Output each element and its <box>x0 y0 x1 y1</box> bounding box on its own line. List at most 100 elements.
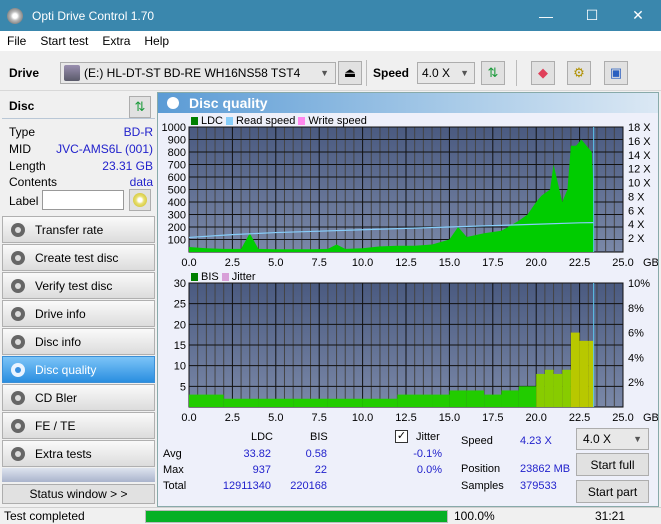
nav-create-test-disc[interactable]: Create test disc <box>2 244 155 271</box>
bis-bar <box>397 394 433 407</box>
nav-drive-info[interactable]: Drive info <box>2 300 155 327</box>
disc-icon <box>11 334 25 349</box>
drive-label: Drive <box>9 66 40 80</box>
speed-select[interactable]: 4.0 X ▼ <box>417 62 475 84</box>
menu-start-test[interactable]: Start test <box>33 34 95 48</box>
nav-label: Disc quality <box>35 362 97 377</box>
nav-disc-info[interactable]: Disc info <box>2 328 155 355</box>
menu-help[interactable]: Help <box>137 34 176 48</box>
status-window-button[interactable]: Status window > > <box>2 484 155 504</box>
menu-file[interactable]: File <box>0 34 33 48</box>
y-tick-label: 800 <box>168 147 186 159</box>
x-tick-label: 15.0 <box>439 257 460 269</box>
bis-bar <box>562 369 571 407</box>
y-tick-label: 500 <box>168 185 186 197</box>
eject-button[interactable]: ⏏ <box>338 61 362 85</box>
info-label: Length <box>9 159 46 173</box>
panel-title: Disc quality <box>189 95 268 111</box>
max-ldc: 937 <box>252 464 271 476</box>
menu-extra[interactable]: Extra <box>95 34 137 48</box>
app-icon <box>7 7 23 24</box>
x-tick-label: 17.5 <box>482 257 503 269</box>
test-speed-select[interactable]: 4.0 X ▼ <box>576 428 649 450</box>
avg-bis: 0.58 <box>305 448 327 460</box>
y-tick-label: 900 <box>168 135 186 147</box>
save-button[interactable]: ▣ <box>604 61 628 85</box>
bis-bar <box>501 390 519 407</box>
x-tick-label: 0.0 <box>181 412 196 424</box>
legend-swatch-bis <box>191 273 198 281</box>
menu-bar: File Start test Extra Help <box>0 31 661 51</box>
x-tick-label: 10.0 <box>352 257 373 269</box>
progress-fill <box>146 511 447 522</box>
x-tick-label: 15.0 <box>439 412 460 424</box>
nav-extra-tests[interactable]: Extra tests <box>2 440 155 467</box>
refresh-button[interactable]: ⇅ <box>481 61 505 85</box>
speed-label: Speed <box>373 66 410 80</box>
disc-refresh-button[interactable]: ⇅ <box>129 96 151 118</box>
close-button[interactable]: ✕ <box>615 0 661 31</box>
speed-stat-label: Speed <box>461 435 493 447</box>
x-axis-unit: GB <box>643 257 658 269</box>
label-input[interactable] <box>42 190 124 210</box>
legend-jitter: Jitter <box>231 271 256 283</box>
disc-quality-icon <box>167 97 179 109</box>
chevron-down-icon: ▼ <box>320 68 329 78</box>
nav-fe-te[interactable]: FE / TE <box>2 412 155 439</box>
disc-icon <box>133 193 147 207</box>
x-tick-label: 7.5 <box>312 257 327 269</box>
y2-tick-label: 6 X <box>628 205 645 217</box>
y2-tick-label: 6% <box>628 328 644 340</box>
avg-label: Avg <box>163 448 182 460</box>
progress-bar <box>145 510 448 523</box>
y-tick-label: 30 <box>174 278 186 290</box>
y2-tick-label: 10 X <box>628 178 651 190</box>
eject-icon: ⏏ <box>343 65 357 80</box>
nav-cd-bler[interactable]: CD Bler <box>2 384 155 411</box>
minimize-button[interactable]: — <box>523 0 569 31</box>
x-tick-label: 5.0 <box>268 412 283 424</box>
start-part-button[interactable]: Start part <box>576 480 649 503</box>
nav-label: Verify test disc <box>35 278 113 293</box>
x-tick-label: 20.0 <box>525 257 546 269</box>
legend-read-speed: Read speed <box>236 115 296 127</box>
x-tick-label: 5.0 <box>268 257 283 269</box>
maximize-button[interactable]: ☐ <box>569 0 615 31</box>
disc-label-button[interactable] <box>129 189 151 211</box>
x-axis-unit: GB <box>643 412 658 424</box>
nav-label: FE / TE <box>35 418 76 433</box>
jitter-checkbox[interactable]: ✓ <box>395 430 408 443</box>
position-value: 23862 MB <box>520 463 571 475</box>
nav-label: CD Bler <box>35 390 78 405</box>
legend-write-speed: Write speed <box>308 115 367 127</box>
y2-tick-label: 8 X <box>628 191 645 203</box>
bis-bar <box>579 340 589 407</box>
disc-contents-row: Contents data <box>9 175 153 189</box>
bis-bar <box>362 398 398 407</box>
total-label: Total <box>163 480 187 492</box>
x-tick-label: 25.0 <box>612 412 633 424</box>
nav-disc-quality[interactable]: Disc quality <box>2 356 155 383</box>
max-label: Max <box>163 464 184 476</box>
chart1-legend: LDC Read speed Write speed <box>191 115 367 127</box>
window-title: Opti Drive Control 1.70 <box>32 8 155 23</box>
legend-bis: BIS <box>201 271 219 283</box>
drive-select[interactable]: (E:) HL-DT-ST BD-RE WH16NS58 TST4 ▼ <box>60 62 336 84</box>
disc-icon <box>11 390 25 405</box>
nav-verify-test-disc[interactable]: Verify test disc <box>2 272 155 299</box>
bis-bar <box>570 332 580 407</box>
bis-bar <box>518 386 537 407</box>
chart2-legend: BIS Jitter <box>191 271 256 283</box>
nav-label: Drive info <box>35 306 86 321</box>
bis-bar <box>293 398 328 407</box>
settings-button[interactable]: ⚙ <box>567 61 591 85</box>
disc-icon <box>11 418 25 433</box>
nav-transfer-rate[interactable]: Transfer rate <box>2 216 155 243</box>
start-full-button[interactable]: Start full <box>576 453 649 476</box>
position-label: Position <box>461 463 501 475</box>
samples-label: Samples <box>461 480 504 492</box>
progress-text: 100.0% <box>454 509 495 523</box>
speed-stat-value: 4.23 X <box>520 435 552 447</box>
erase-button[interactable]: ◆ <box>531 61 555 85</box>
disc-icon <box>11 250 25 265</box>
